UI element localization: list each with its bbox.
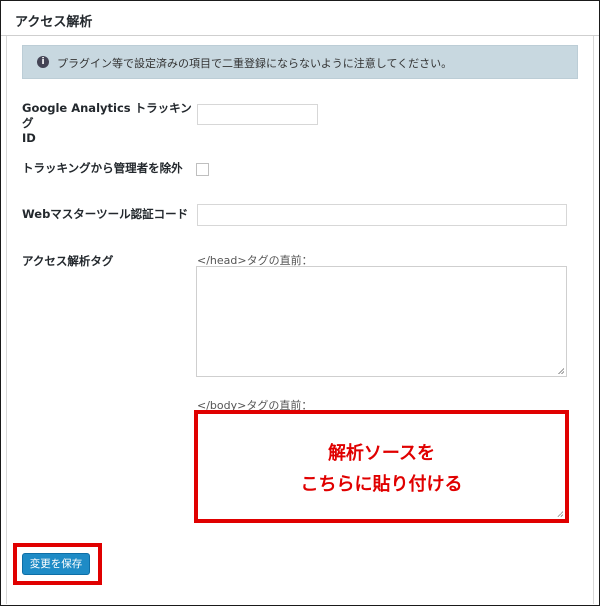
- webmaster-code-label: Webマスターツール認証コード: [22, 207, 189, 221]
- annotation-line1: 解析ソースを: [327, 443, 436, 464]
- annotation-line2: こちらに貼り付ける: [300, 474, 463, 495]
- resize-grip-icon[interactable]: [557, 511, 563, 517]
- exclude-admin-checkbox[interactable]: [196, 163, 209, 176]
- ga-tracking-id-input[interactable]: [197, 104, 318, 125]
- panel-border-left: [0, 36, 7, 604]
- exclude-admin-label: トラッキングから管理者を除外: [22, 161, 183, 175]
- ga-tracking-label-line1: Google Analytics トラッキング: [22, 101, 192, 130]
- webmaster-code-input[interactable]: [197, 204, 567, 226]
- head-tag-textarea[interactable]: [196, 266, 567, 377]
- ga-tracking-label-line2: ID: [22, 131, 36, 145]
- analytics-tag-label: アクセス解析タグ: [22, 254, 114, 268]
- notice-banner: i プラグイン等で設定済みの項目で二重登録にならないように注意してください。: [22, 45, 578, 79]
- notice-text: プラグイン等で設定済みの項目で二重登録にならないように注意してください。: [57, 57, 453, 70]
- info-icon: i: [37, 56, 49, 68]
- panel-header: アクセス解析: [1, 1, 599, 36]
- save-changes-button[interactable]: 変更を保存: [22, 553, 90, 575]
- panel-title: アクセス解析: [15, 15, 93, 30]
- resize-grip-icon[interactable]: [558, 368, 564, 374]
- ga-tracking-label: Google Analytics トラッキング ID: [22, 101, 192, 146]
- panel-border-right: [593, 36, 600, 604]
- body-tag-textarea-highlight[interactable]: 解析ソースを こちらに貼り付ける: [194, 410, 569, 523]
